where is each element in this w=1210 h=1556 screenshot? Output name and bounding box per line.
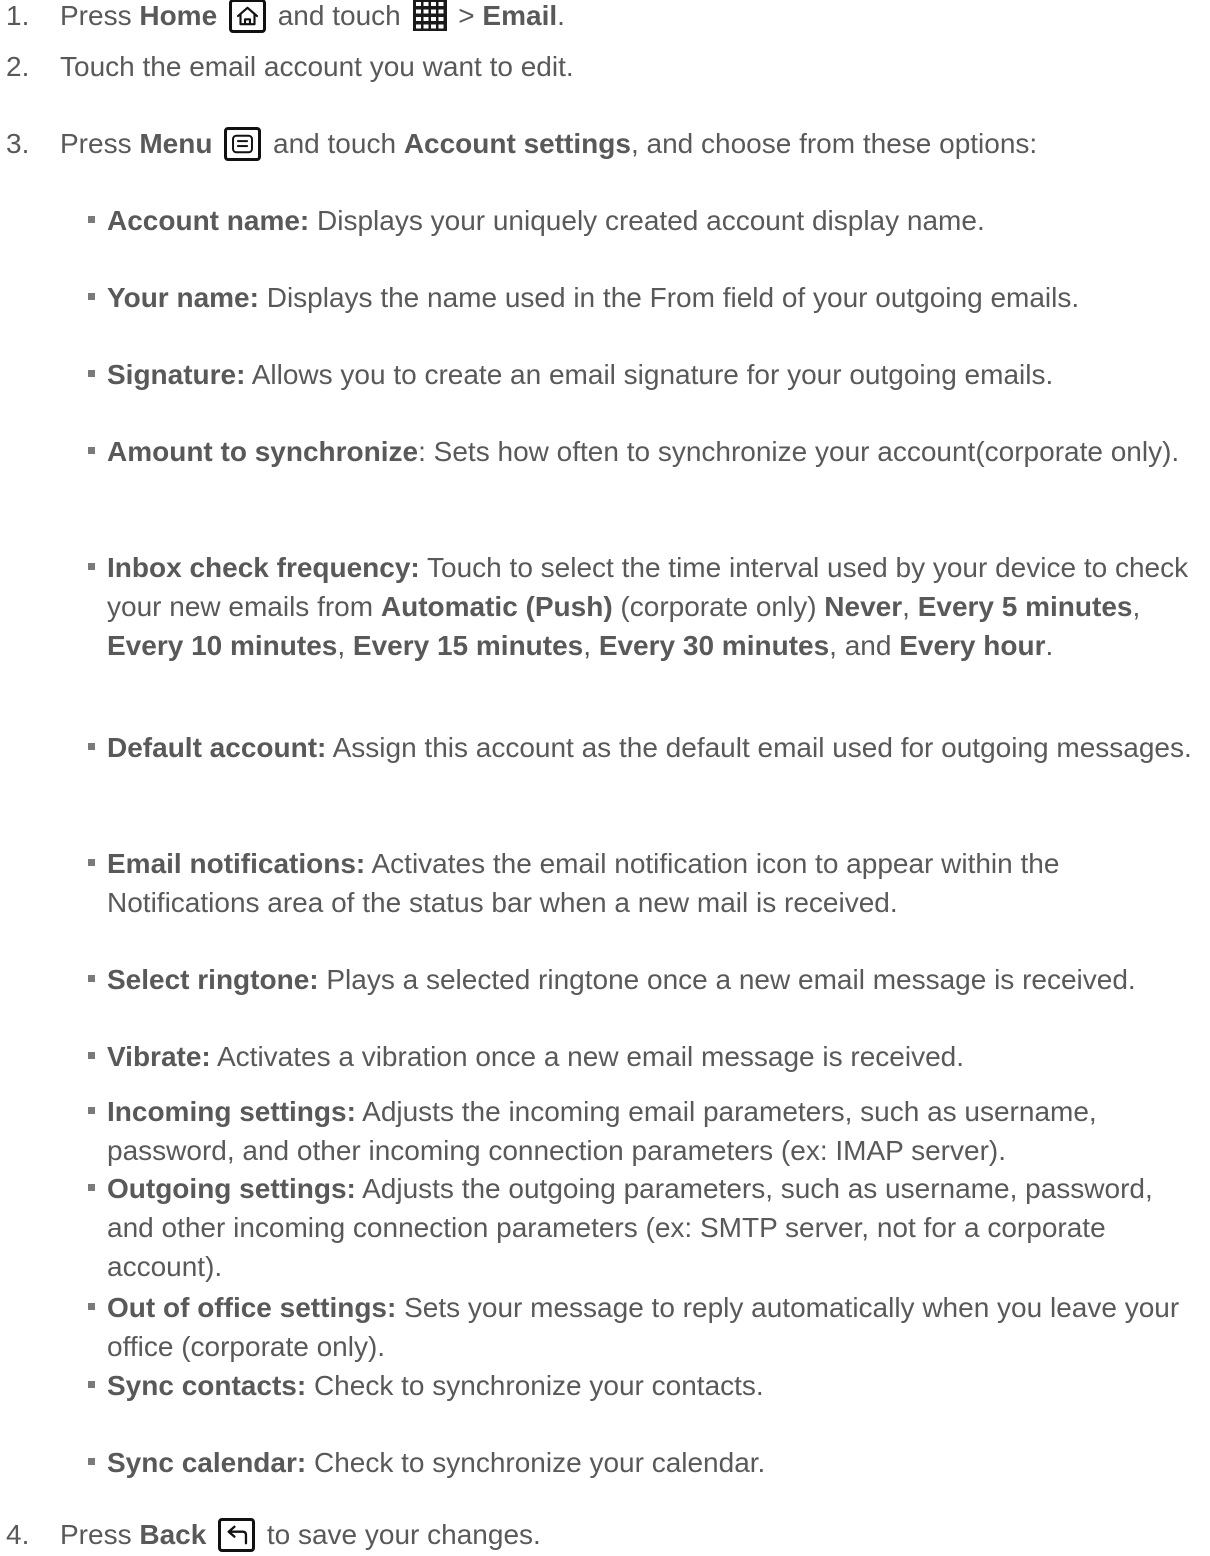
option-description: Allows you to create an email signature … xyxy=(245,359,1054,390)
option-out-of-office-settings: Out of office settings: Sets your messag… xyxy=(88,1288,1205,1366)
option-term: Account name: xyxy=(107,205,310,236)
home-label: Home xyxy=(139,0,218,31)
option-vibrate: Vibrate: Activates a vibration once a ne… xyxy=(88,1037,1205,1076)
bullet-icon xyxy=(88,743,95,750)
step-3: 3. Press Menu and touch Account settings… xyxy=(0,124,1200,163)
step-text: Touch the email account you want to edit… xyxy=(60,51,574,82)
option-email-notifications: Email notifications: Activates the email… xyxy=(88,844,1205,922)
separator: , xyxy=(337,630,353,661)
option-value: Every 15 minutes xyxy=(352,630,584,661)
step-text: , and choose from these options: xyxy=(630,128,1038,159)
option-description: Check to synchronize your calendar. xyxy=(306,1447,766,1478)
bullet-icon xyxy=(88,293,95,300)
account-settings-label: Account settings xyxy=(403,128,631,159)
option-term: Signature: xyxy=(107,359,246,390)
step-text: Press xyxy=(60,0,140,31)
option-term: Incoming settings: xyxy=(107,1096,356,1127)
option-term: Amount to synchronize xyxy=(107,436,419,467)
separator: , xyxy=(583,630,599,661)
separator: . xyxy=(1045,630,1054,661)
step-4: 4. Press Back to save your changes. xyxy=(0,1515,1200,1554)
step-number: 2. xyxy=(6,51,30,82)
step-number: 4. xyxy=(6,1519,30,1550)
option-amount-to-synchronize: Amount to synchronize: Sets how often to… xyxy=(88,432,1205,471)
option-sync-contacts: Sync contacts: Check to synchronize your… xyxy=(88,1366,1205,1405)
menu-icon xyxy=(224,127,262,161)
option-description: (corporate only) xyxy=(612,591,825,622)
step-text: and touch xyxy=(265,128,404,159)
option-your-name: Your name: Displays the name used in the… xyxy=(88,278,1205,317)
step-1: 1. Press Home and touch > Email. xyxy=(0,0,1200,35)
apps-grid-icon xyxy=(412,0,447,31)
option-term: Your name: xyxy=(107,282,259,313)
step-2: 2. Touch the email account you want to e… xyxy=(0,47,1200,86)
option-incoming-settings: Incoming settings: Adjusts the incoming … xyxy=(88,1092,1205,1170)
option-signature: Signature: Allows you to create an email… xyxy=(88,355,1205,394)
step-text: Press xyxy=(60,128,140,159)
bullet-icon xyxy=(88,1303,95,1310)
bullet-icon xyxy=(88,1458,95,1465)
email-label: Email xyxy=(482,0,558,31)
back-icon xyxy=(218,1518,256,1552)
option-term: Out of office settings: xyxy=(107,1292,397,1323)
bullet-icon xyxy=(88,447,95,454)
back-label: Back xyxy=(139,1519,207,1550)
option-term: Sync calendar: xyxy=(107,1447,307,1478)
bullet-icon xyxy=(88,1052,95,1059)
option-value: Every hour xyxy=(899,630,1046,661)
option-term: Outgoing settings: xyxy=(107,1173,356,1204)
option-term: Inbox check frequency: xyxy=(107,552,420,583)
step-number: 3. xyxy=(6,128,30,159)
option-value: Never xyxy=(824,591,903,622)
option-sync-calendar: Sync calendar: Check to synchronize your… xyxy=(88,1443,1205,1482)
option-value: Automatic (Push) xyxy=(380,591,613,622)
option-value: Every 10 minutes xyxy=(107,630,338,661)
option-description: Plays a selected ringtone once a new ema… xyxy=(318,964,1136,995)
bullet-icon xyxy=(88,975,95,982)
separator: , and xyxy=(829,630,900,661)
bullet-icon xyxy=(88,370,95,377)
option-description: Assign this account as the default email… xyxy=(326,732,1192,763)
option-value: Every 30 minutes xyxy=(598,630,830,661)
step-text: and touch xyxy=(269,0,409,31)
bullet-icon xyxy=(88,1107,95,1114)
bullet-icon xyxy=(88,1184,95,1191)
step-text: . xyxy=(557,0,565,31)
option-term: Select ringtone: xyxy=(107,964,319,995)
option-select-ringtone: Select ringtone: Plays a selected ringto… xyxy=(88,960,1205,999)
home-icon xyxy=(228,0,266,33)
option-term: Sync contacts: xyxy=(107,1370,307,1401)
option-default-account: Default account: Assign this account as … xyxy=(88,728,1205,767)
option-account-name: Account name: Displays your uniquely cre… xyxy=(88,201,1205,240)
option-term: Default account: xyxy=(107,732,327,763)
option-description: : Sets how often to synchronize your acc… xyxy=(418,436,1180,467)
separator: , xyxy=(902,591,918,622)
option-description: Activates a vibration once a new email m… xyxy=(210,1041,965,1072)
option-description: Displays the name used in the From field… xyxy=(258,282,1080,313)
bullet-icon xyxy=(88,859,95,866)
option-term: Vibrate: xyxy=(107,1041,211,1072)
menu-label: Menu xyxy=(139,128,213,159)
separator: , xyxy=(1132,591,1141,622)
bullet-icon xyxy=(88,563,95,570)
option-inbox-check-frequency: Inbox check frequency: Touch to select t… xyxy=(88,548,1205,665)
option-outgoing-settings: Outgoing settings: Adjusts the outgoing … xyxy=(88,1169,1205,1286)
step-text: to save your changes. xyxy=(259,1519,541,1550)
step-text: > xyxy=(450,0,483,31)
document-page: 1. Press Home and touch > Email. 2. Touc… xyxy=(0,0,1210,1556)
option-value: Every 5 minutes xyxy=(917,591,1133,622)
option-description: Check to synchronize your contacts. xyxy=(306,1370,764,1401)
option-description: Displays your uniquely created account d… xyxy=(309,205,985,236)
bullet-icon xyxy=(88,216,95,223)
step-text: Press xyxy=(60,1519,140,1550)
bullet-icon xyxy=(88,1381,95,1388)
step-number: 1. xyxy=(6,0,30,31)
option-term: Email notifications: xyxy=(107,848,366,879)
